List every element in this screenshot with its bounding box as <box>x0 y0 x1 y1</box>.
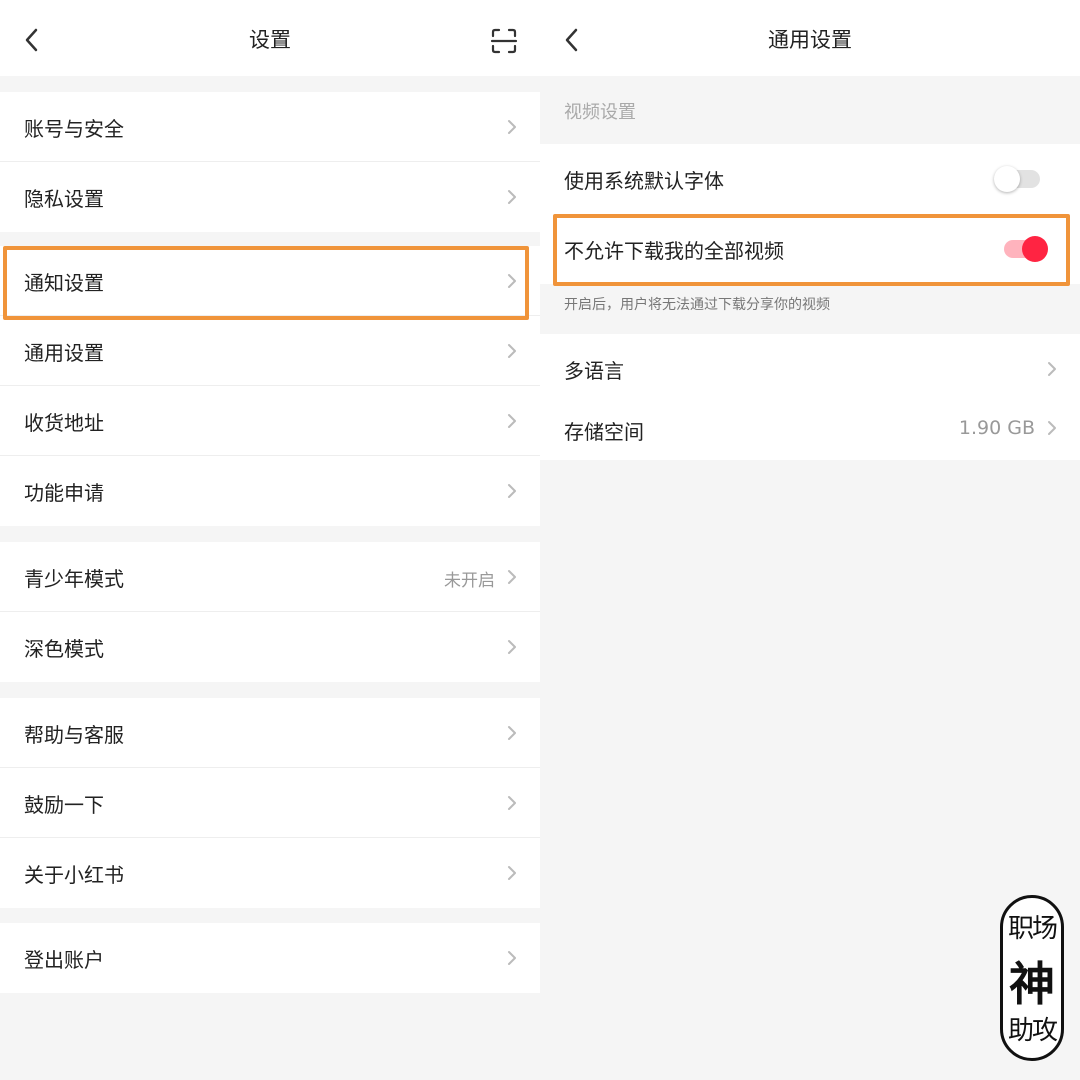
chevron-right-icon <box>508 344 516 358</box>
chevron-right-icon <box>508 866 516 880</box>
chevron-right-icon <box>508 726 516 740</box>
settings-item-shipping-address[interactable]: 收货地址 <box>0 386 540 456</box>
item-label: 通用设置 <box>24 341 104 365</box>
item-label: 帮助与客服 <box>24 723 124 747</box>
chevron-right-icon <box>508 951 516 965</box>
item-label: 登出账户 <box>24 948 104 972</box>
item-label: 通知设置 <box>24 271 104 295</box>
watermark-stamp: 职场 神 助攻 <box>1000 895 1064 1061</box>
chevron-right-icon <box>508 414 516 428</box>
chevron-right-icon <box>508 484 516 498</box>
general-settings-panel: 通用设置 视频设置 使用系统默认字体 不允许下载我的全部视频 开启后，用户将无法… <box>540 0 1080 1080</box>
item-label: 存储空间 <box>564 420 644 444</box>
settings-item-general[interactable]: 通用设置 <box>0 316 540 386</box>
settings-item-notifications[interactable]: 通知设置 <box>0 246 540 316</box>
toggle-knob <box>994 166 1020 192</box>
item-label: 隐私设置 <box>24 187 104 211</box>
settings-item-logout[interactable]: 登出账户 <box>0 923 540 993</box>
chevron-right-icon <box>508 120 516 134</box>
chevron-right-icon <box>508 570 516 584</box>
storage-size: 1.90 GB <box>958 417 1035 439</box>
settings-navbar: 设置 <box>0 0 540 76</box>
setting-disallow-download: 不允许下载我的全部视频 <box>540 214 1080 284</box>
page-title: 通用设置 <box>768 28 852 52</box>
chevron-right-icon <box>508 274 516 288</box>
setting-language[interactable]: 多语言 <box>540 334 1080 404</box>
settings-item-feature-request[interactable]: 功能申请 <box>0 456 540 526</box>
setting-storage[interactable]: 存储空间 1.90 GB <box>540 396 1080 460</box>
settings-item-account-security[interactable]: 账号与安全 <box>0 92 540 162</box>
download-hint: 开启后，用户将无法通过下载分享你的视频 <box>564 297 830 313</box>
watermark-text: 神 <box>1009 957 1055 1011</box>
item-label: 不允许下载我的全部视频 <box>564 239 784 263</box>
item-label: 账号与安全 <box>24 117 124 141</box>
item-label: 鼓励一下 <box>24 793 104 817</box>
item-label: 使用系统默认字体 <box>564 169 724 193</box>
item-label: 青少年模式 <box>24 567 124 591</box>
settings-item-encourage[interactable]: 鼓励一下 <box>0 768 540 838</box>
item-label: 深色模式 <box>24 637 104 661</box>
chevron-right-icon <box>1048 362 1056 376</box>
settings-item-help[interactable]: 帮助与客服 <box>0 698 540 768</box>
settings-panel: 设置 账号与安全 隐私设置 通知设置 通用设置 收货地址 功能申请 青少年模式 … <box>0 0 540 1080</box>
chevron-right-icon <box>508 640 516 654</box>
setting-system-font: 使用系统默认字体 <box>540 144 1080 214</box>
item-label: 关于小红书 <box>24 863 124 887</box>
page-title: 设置 <box>249 28 291 52</box>
teen-mode-status: 未开启 <box>444 571 495 591</box>
watermark-text: 助攻 <box>1007 1016 1058 1046</box>
general-navbar: 通用设置 <box>540 0 1080 76</box>
chevron-right-icon <box>508 796 516 810</box>
item-label: 功能申请 <box>24 481 104 505</box>
toggle-knob <box>1022 236 1048 262</box>
settings-item-dark-mode[interactable]: 深色模式 <box>0 612 540 682</box>
disallow-download-toggle[interactable] <box>1004 236 1052 262</box>
settings-item-about[interactable]: 关于小红书 <box>0 838 540 908</box>
item-label: 多语言 <box>564 359 624 383</box>
chevron-right-icon <box>508 190 516 204</box>
watermark-text: 职场 <box>1007 914 1058 944</box>
chevron-right-icon <box>1048 421 1056 435</box>
settings-item-teen-mode[interactable]: 青少年模式 未开启 <box>0 542 540 612</box>
item-label: 收货地址 <box>24 411 104 435</box>
video-settings-header: 视频设置 <box>564 102 636 123</box>
settings-item-privacy[interactable]: 隐私设置 <box>0 162 540 232</box>
system-font-toggle[interactable] <box>994 166 1042 192</box>
scan-icon[interactable] <box>490 27 518 55</box>
